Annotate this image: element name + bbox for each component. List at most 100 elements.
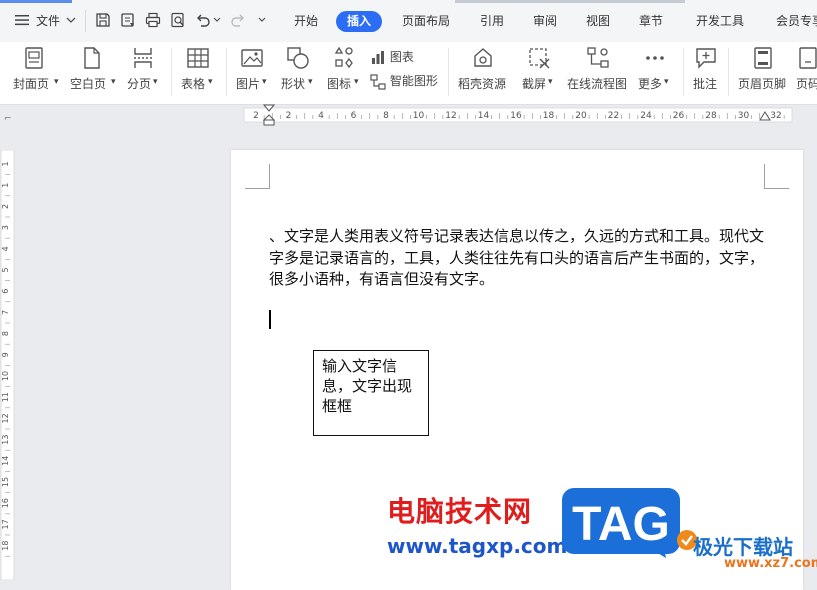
blank-page-label: 空白页 [70, 77, 107, 91]
icons-gallery-icon [334, 46, 353, 69]
header-footer-label: 页眉页脚 [738, 77, 787, 91]
more-button[interactable]: 更多 ▾ [636, 42, 676, 104]
tab-references[interactable]: 引用 [480, 12, 504, 30]
dropdown-arrow-icon: ▾ [54, 77, 59, 87]
ruler-tick-label: 12 [445, 111, 456, 121]
ruler-tick-label: 18 [543, 111, 555, 121]
divider [226, 48, 227, 96]
page-number-button[interactable]: 页码 [794, 42, 817, 104]
chart-button[interactable]: 图表 [370, 48, 414, 66]
docer-resource-icon [474, 48, 492, 67]
tab-view[interactable]: 视图 [586, 12, 610, 30]
blank-page-icon [84, 47, 100, 69]
shape-icon [287, 47, 309, 69]
picture-label: 图片 [236, 77, 261, 91]
ruler-tick-label: 2 [286, 111, 292, 121]
undo-dropdown-icon[interactable] [212, 15, 222, 25]
page-break-icon [134, 48, 152, 68]
ruler-tick-label: 16 [510, 111, 522, 121]
margin-mark-top-left [245, 164, 270, 189]
ruler-tick-label: 2 [1, 204, 10, 209]
horizontal-ruler[interactable]: 2 2 4 6 8 10 12 14 16 18 20 22 24 26 28 30 32 [232, 106, 802, 124]
cover-page-button[interactable]: 封面页 ▾ [10, 42, 62, 104]
ruler-tick-label: 3 [1, 225, 10, 230]
print-icon[interactable] [145, 12, 161, 28]
table-label: 表格 [181, 77, 206, 91]
comment-icon [696, 48, 716, 69]
ruler-tick-label: 30 [738, 111, 750, 121]
right-indent-marker-icon[interactable] [759, 110, 771, 122]
ruler-tick-label: 1 [1, 183, 10, 188]
picture-icon [241, 49, 263, 67]
watermark-site-name: 电脑技术网 [387, 495, 533, 528]
page-break-button[interactable]: 分页 ▾ [124, 42, 164, 104]
file-menu[interactable]: 文件 [36, 13, 60, 29]
chevron-down-icon[interactable] [65, 14, 77, 26]
document-paragraph[interactable]: 、文字是人类用表义符号记录表达信息以传之，久远的方式和工具。现代文字多是记录语言… [269, 226, 769, 291]
chart-icon [372, 50, 384, 64]
picture-button[interactable]: 图片 ▾ [232, 42, 274, 104]
divider [683, 48, 684, 96]
vertical-ruler[interactable]: 1123456789101112131415161718 [0, 150, 16, 580]
tab-scroll-indicator [455, 0, 685, 3]
flowchart-icon [587, 47, 609, 68]
tab-member[interactable]: 会员专享 [776, 12, 817, 30]
ruler-tick-label: 16 [1, 498, 10, 508]
tab-home[interactable]: 开始 [294, 12, 318, 30]
ruler-tick-label: 4 [1, 246, 10, 251]
text-box[interactable]: 输入文字信息，文字出现框框 [313, 350, 429, 436]
cover-page-label: 封面页 [13, 77, 50, 91]
smart-graphic-button[interactable]: 智能图形 [370, 72, 438, 90]
screenshot-label: 截屏 [522, 77, 547, 91]
tab-review[interactable]: 审阅 [533, 12, 557, 30]
blank-page-button[interactable]: 空白页 ▾ [68, 42, 120, 104]
screenshot-icon [529, 48, 550, 69]
icon-button[interactable]: 图标 ▾ [324, 42, 366, 104]
divider [728, 48, 729, 96]
menu-icon[interactable] [14, 12, 30, 28]
header-footer-icon [754, 47, 772, 69]
icon-label: 图标 [327, 77, 352, 91]
cover-page-icon [25, 47, 43, 69]
ruler-tick-label: 28 [705, 111, 717, 121]
page-number-icon [799, 47, 817, 69]
tab-page-layout[interactable]: 页面布局 [402, 12, 450, 30]
screenshot-button[interactable]: 截屏 ▾ [520, 42, 560, 104]
dropdown-arrow-icon: ▾ [111, 77, 116, 87]
print-preview-icon[interactable] [170, 12, 186, 28]
tab-insert[interactable]: 插入 [336, 11, 382, 32]
ruler-tick-label: 22 [608, 111, 619, 121]
tag-logo-text: TAG [572, 498, 670, 551]
ruler-tick-label: 13 [1, 435, 10, 445]
dropdown-arrow-icon: ▾ [308, 77, 313, 87]
ruler-tick-label: 10 [413, 111, 425, 121]
undo-icon[interactable] [195, 12, 211, 28]
shape-label: 形状 [281, 77, 306, 91]
shape-button[interactable]: 形状 ▾ [278, 42, 320, 104]
ruler-tick-label: 8 [383, 111, 389, 121]
ruler-tick-label: 7 [1, 310, 10, 315]
header-footer-button[interactable]: 页眉页脚 [736, 42, 790, 104]
ruler-tick-label: 24 [640, 111, 652, 121]
comment-button[interactable]: 批注 [690, 42, 722, 104]
smart-graphic-icon [370, 73, 386, 90]
ruler-tick-label: 14 [1, 456, 10, 466]
online-flowchart-label: 在线流程图 [567, 77, 628, 91]
redo-icon[interactable] [230, 12, 246, 28]
indent-marker-icon[interactable] [263, 104, 275, 126]
tab-developer[interactable]: 开发工具 [696, 12, 744, 30]
dropdown-arrow-icon: ▾ [208, 77, 213, 87]
ruler-tick-label: 4 [318, 111, 324, 121]
ruler-tick-label: 15 [1, 477, 10, 487]
online-flowchart-button[interactable]: 在线流程图 [566, 42, 630, 104]
export-pdf-icon[interactable] [120, 12, 136, 28]
text-cursor [269, 310, 271, 329]
save-icon[interactable] [95, 12, 111, 28]
ruler-tick-label: 10 [1, 371, 10, 381]
docer-resource-button[interactable]: 稻壳资源 [456, 42, 512, 104]
ruler-corner-icon[interactable]: ⌐ [4, 114, 12, 124]
customize-toolbar-icon[interactable] [257, 15, 267, 25]
dropdown-arrow-icon: ▾ [262, 77, 267, 87]
tab-section[interactable]: 章节 [639, 12, 663, 30]
table-button[interactable]: 表格 ▾ [178, 42, 220, 104]
